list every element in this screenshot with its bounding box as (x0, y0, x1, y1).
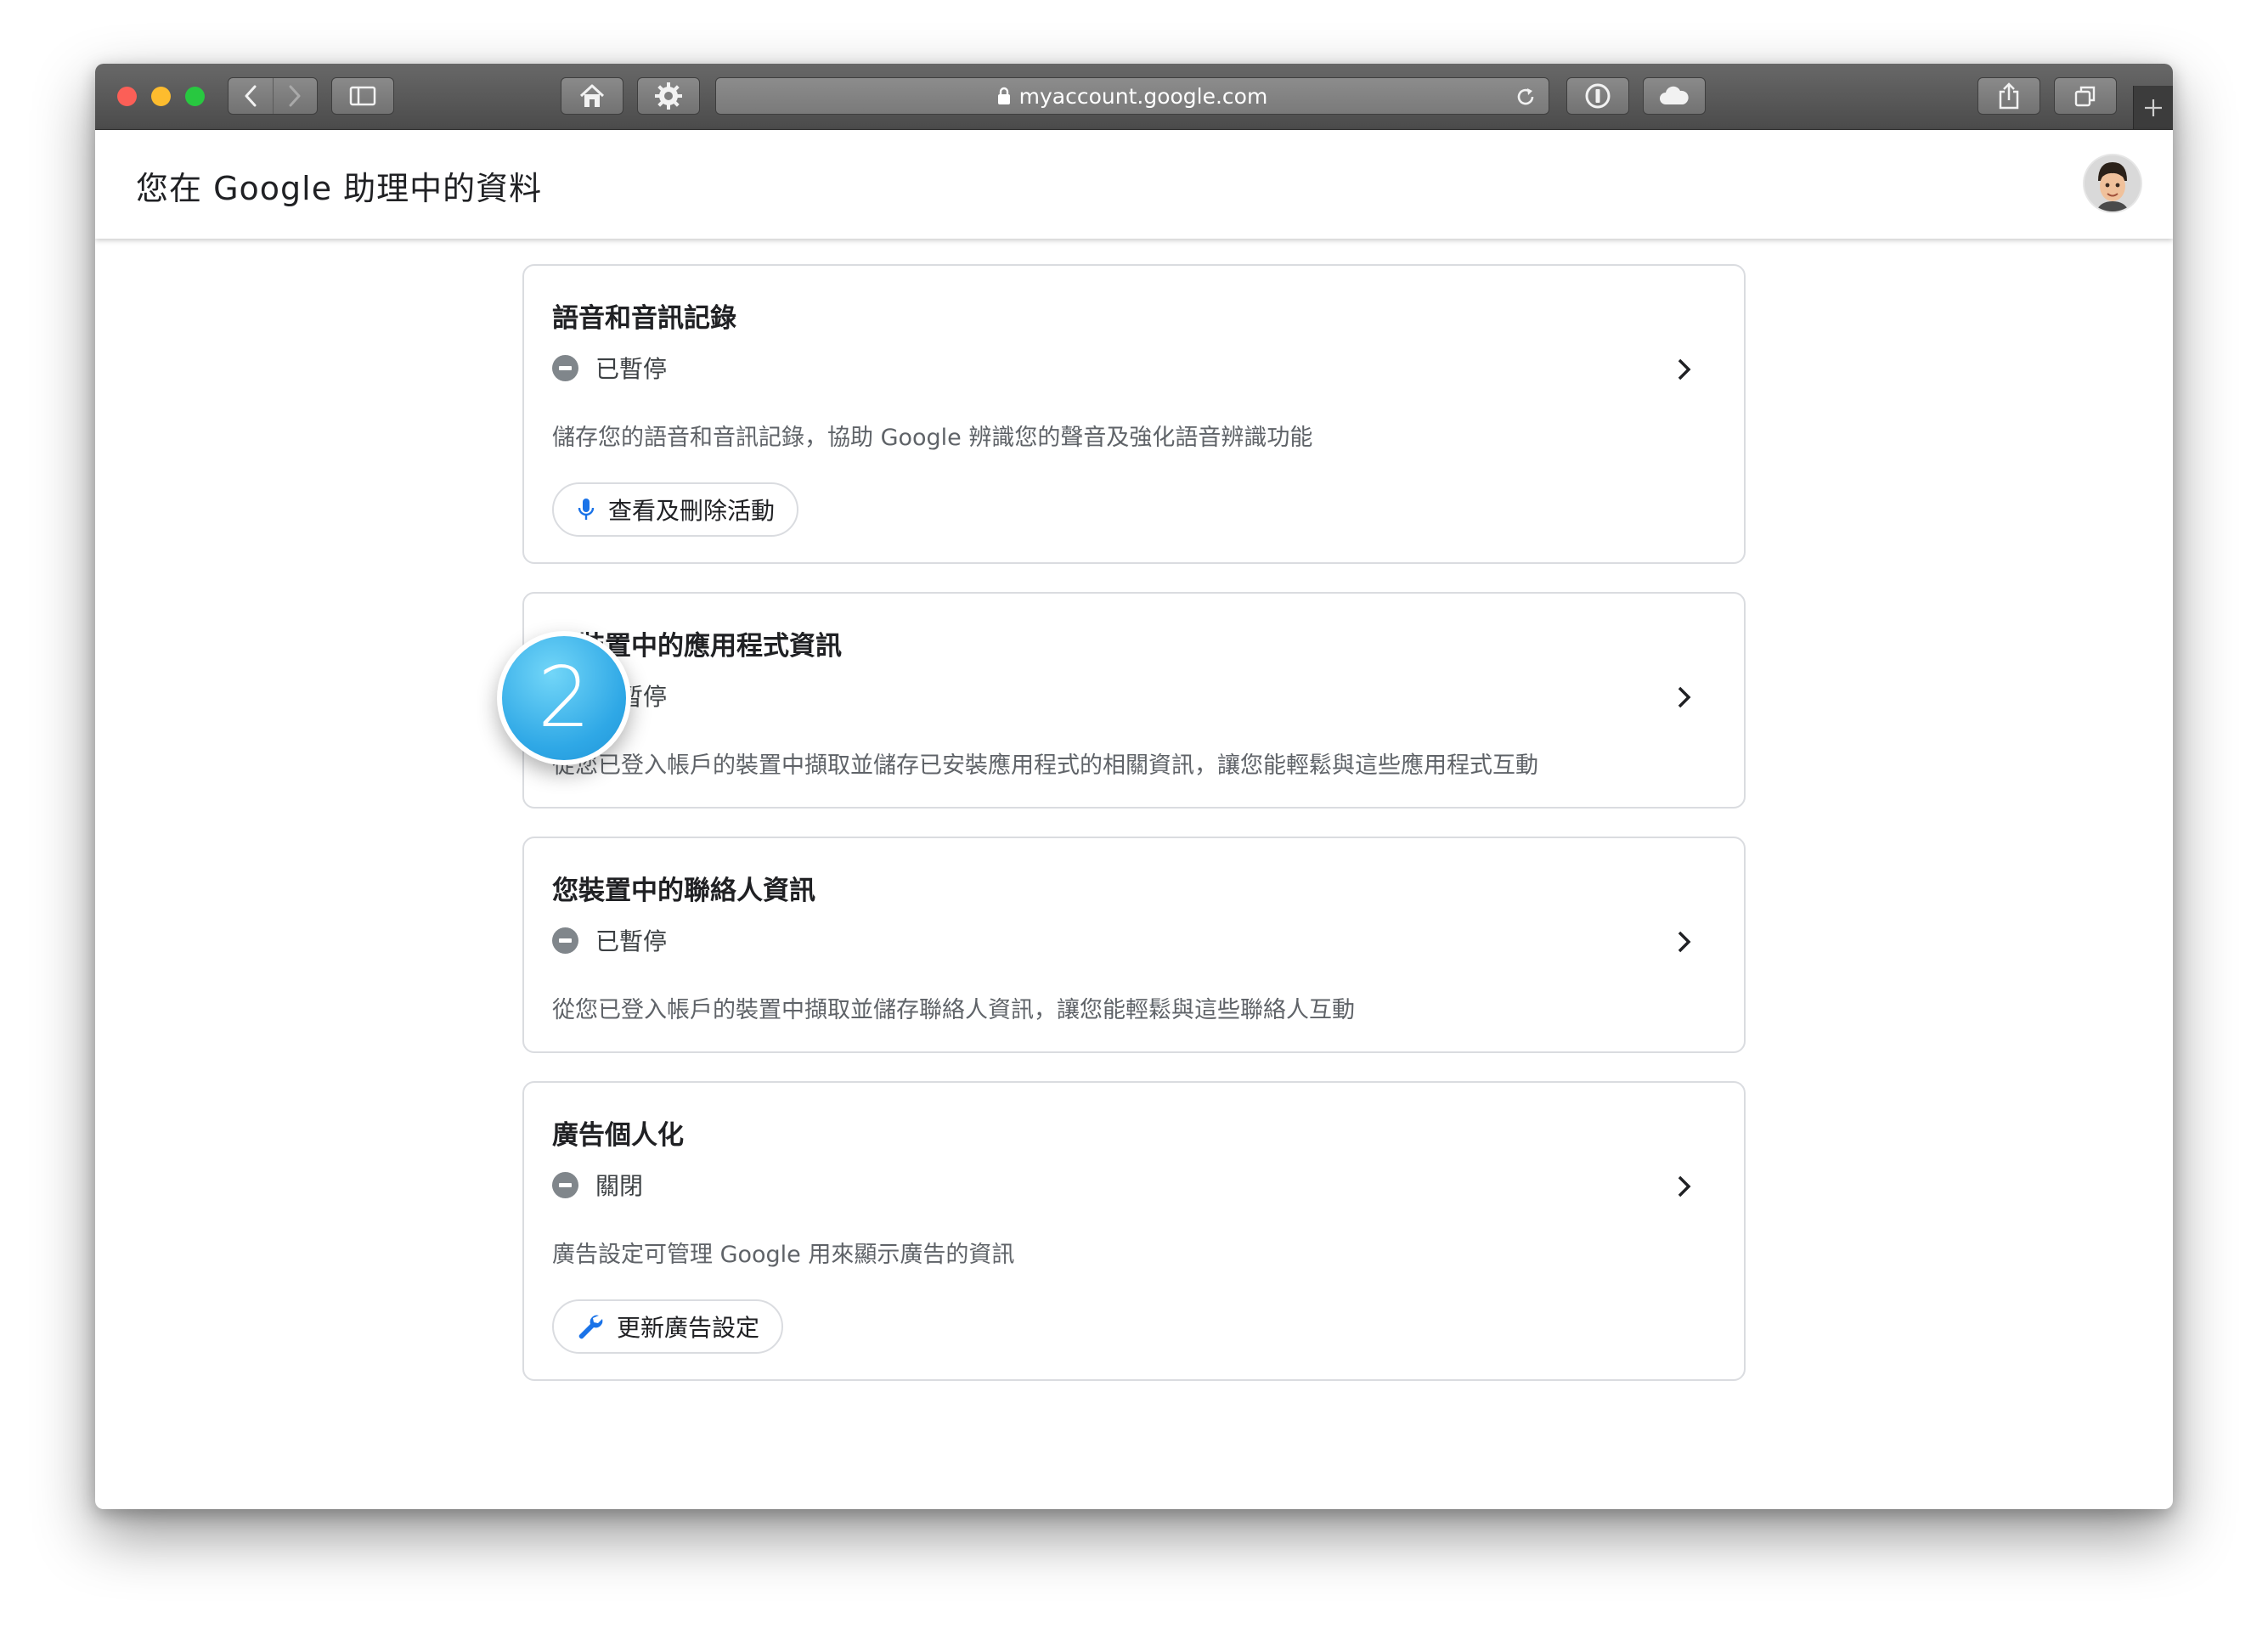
update-ad-settings-button[interactable]: 更新廣告設定 (552, 1299, 784, 1354)
reload-icon[interactable] (1515, 85, 1537, 109)
ad-personalization-card: 廣告個人化 關閉 廣告設定可管理 Google 用來顯示廣告的資訊 更新廣告設定 (522, 1081, 1746, 1381)
share-icon (1999, 82, 2019, 110)
card-title: 廣告個人化 (552, 1120, 684, 1151)
browser-window: myaccount.google.com 您在 Google 助理中的資料 語音… (95, 64, 2173, 1509)
sidebar-icon (349, 86, 376, 106)
card-description: 廣告設定可管理 Google 用來顯示廣告的資訊 (552, 1242, 1015, 1268)
status-row[interactable]: 已暫停 (552, 923, 667, 957)
cloud-button[interactable] (1643, 77, 1706, 115)
chevron-right-icon (289, 85, 301, 107)
voice-audio-card: 語音和音訊記錄 已暫停 儲存您的語音和音訊記錄，協助 Google 辨識您的聲音… (522, 264, 1746, 564)
home-icon (579, 84, 605, 107)
status-row[interactable]: 關閉 (552, 1168, 643, 1202)
plus-icon (2145, 99, 2162, 116)
gear-icon (655, 82, 682, 110)
card-title: 您裝置中的聯絡人資訊 (552, 876, 815, 906)
card-title: 語音和音訊記錄 (552, 303, 736, 334)
avatar[interactable] (2085, 155, 2141, 211)
chevron-right-icon[interactable] (1676, 930, 1693, 954)
tabs-icon (2074, 86, 2096, 107)
close-window-button[interactable] (117, 87, 137, 106)
step-number: 2 (502, 636, 626, 760)
new-tab-button[interactable] (2133, 86, 2173, 129)
card-description: 從您已登入帳戶的裝置中擷取並儲存聯絡人資訊，讓您能輕鬆與這些聯絡人互動 (552, 997, 1355, 1023)
app-header: 您在 Google 助理中的資料 (95, 130, 2173, 239)
device-contacts-card: 您裝置中的聯絡人資訊 已暫停 從您已登入帳戶的裝置中擷取並儲存聯絡人資訊，讓您能… (522, 837, 1746, 1053)
forward-button[interactable] (272, 78, 318, 114)
address-bar[interactable]: myaccount.google.com (715, 77, 1549, 115)
chevron-right-icon[interactable] (1676, 358, 1693, 381)
page-title: 您在 Google 助理中的資料 (136, 170, 543, 207)
status-text: 已暫停 (595, 355, 668, 383)
view-delete-activity-button[interactable]: 查看及刪除活動 (552, 482, 799, 537)
device-apps-card: 您裝置中的應用程式資訊 已暫停 從您已登入帳戶的裝置中擷取並儲存已安裝應用程式的… (522, 592, 1746, 809)
navigation-buttons (228, 77, 318, 115)
off-status-icon (552, 1171, 578, 1198)
home-button[interactable] (561, 77, 623, 115)
paused-status-icon (552, 354, 578, 381)
status-text: 關閉 (595, 1172, 644, 1200)
sidebar-button[interactable] (331, 77, 394, 115)
settings-button[interactable] (637, 77, 700, 115)
paused-status-icon (552, 927, 578, 954)
microphone-icon (578, 499, 595, 520)
browser-toolbar: myaccount.google.com (95, 64, 2173, 130)
onepassword-icon (1585, 83, 1611, 109)
step-number-badge: 2 (497, 631, 631, 765)
url-text: myaccount.google.com (1018, 83, 1268, 109)
card-description: 儲存您的語音和音訊記錄，協助 Google 辨識您的聲音及強化語音辨識功能 (552, 425, 1313, 451)
wrench-icon (578, 1315, 603, 1339)
back-button[interactable] (228, 78, 273, 114)
status-row[interactable]: 已暫停 (552, 351, 667, 385)
zoom-window-button[interactable] (185, 87, 205, 106)
chevron-right-icon[interactable] (1676, 1175, 1693, 1198)
password-manager-button[interactable] (1566, 77, 1629, 115)
tabs-overview-button[interactable] (2054, 77, 2117, 115)
card-description: 從您已登入帳戶的裝置中擷取並儲存已安裝應用程式的相關資訊，讓您能輕鬆與這些應用程… (552, 752, 1538, 779)
lock-icon (997, 87, 1010, 104)
button-label: 查看及刪除活動 (608, 497, 776, 525)
memoji-avatar-icon (2085, 155, 2141, 211)
share-button[interactable] (1977, 77, 2040, 115)
chevron-left-icon (245, 85, 257, 107)
button-label: 更新廣告設定 (617, 1314, 760, 1342)
cloud-icon (1660, 86, 1689, 104)
status-text: 已暫停 (595, 927, 668, 955)
minimize-window-button[interactable] (151, 87, 171, 106)
chevron-right-icon[interactable] (1676, 685, 1693, 709)
